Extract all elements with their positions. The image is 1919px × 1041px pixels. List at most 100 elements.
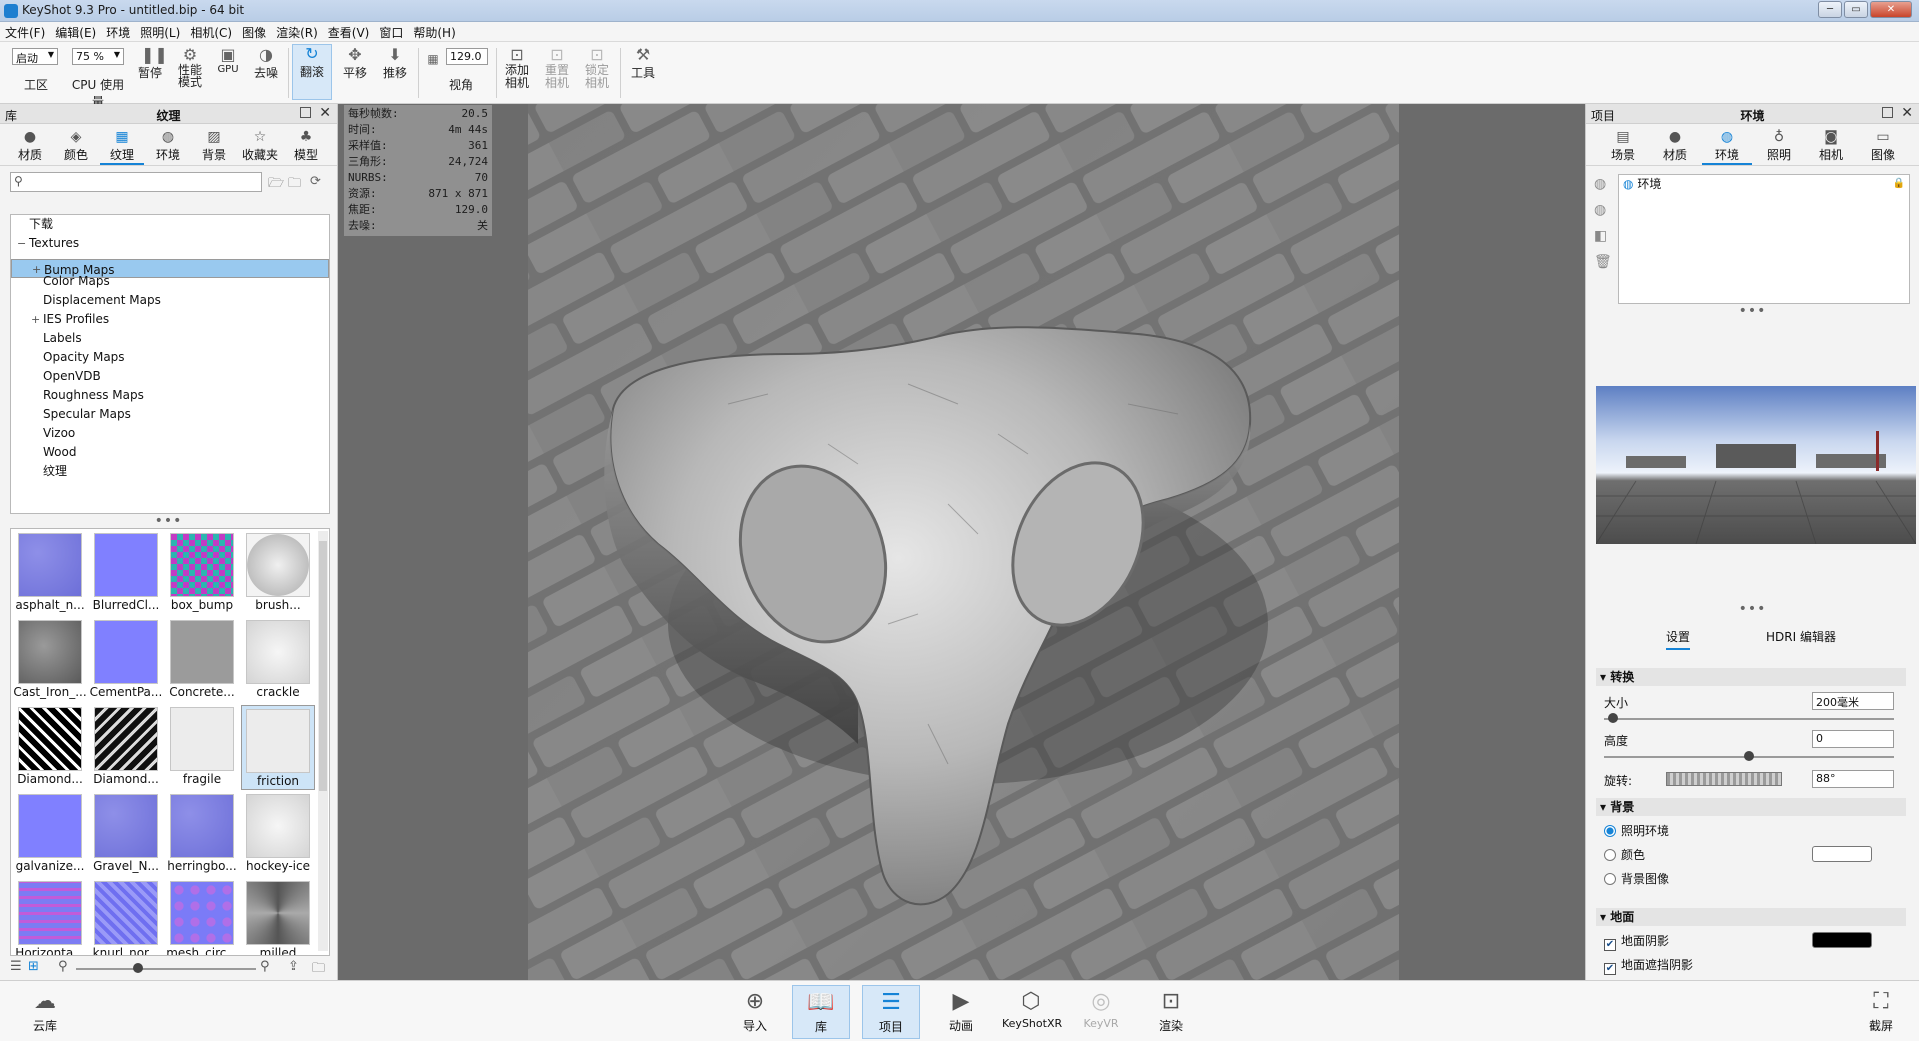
tab-environment[interactable]: ◍ 环境 [1702, 128, 1752, 165]
rotation-dial[interactable] [1666, 772, 1782, 786]
refresh-icon[interactable]: ⟳ [310, 174, 321, 189]
tab-camera[interactable]: ◙ 相机 [1806, 128, 1856, 163]
texture-thumbnail[interactable]: Horizonta... [13, 879, 87, 955]
zoom-out-icon[interactable]: ⚲ [58, 959, 68, 974]
tumble-button[interactable]: ↻ 翻滚 [292, 44, 332, 100]
tree-item[interactable]: Color Maps [11, 272, 329, 291]
add-camera-button[interactable]: ⊡ 添加 相机 [500, 46, 534, 90]
height-input[interactable]: 0 [1812, 730, 1894, 748]
texture-thumbnail[interactable]: CementPa... [89, 618, 163, 703]
list-view-icon[interactable]: ☰ [10, 959, 22, 974]
startup-select[interactable]: 启动 ▼ [12, 48, 58, 65]
tree-item[interactable]: + IES Profiles [11, 310, 329, 329]
texture-thumbnail[interactable]: fragile [165, 705, 239, 790]
tab-settings[interactable]: 设置 [1666, 628, 1691, 650]
library-button[interactable]: 📖 库 [792, 985, 850, 1039]
menu-edit[interactable]: 编辑(E) [50, 22, 101, 43]
tree-item[interactable]: Opacity Maps [11, 348, 329, 367]
tab-colors[interactable]: ◈ 颜色 [54, 128, 98, 163]
tree-item[interactable]: Specular Maps [11, 405, 329, 424]
shadow-color-swatch[interactable] [1812, 932, 1872, 948]
add-environment-icon[interactable]: ◍ [1594, 202, 1606, 218]
height-slider-knob[interactable] [1744, 751, 1754, 761]
minimize-button[interactable]: ─ [1818, 1, 1842, 18]
import-folder-icon[interactable]: 🗀 [312, 959, 325, 981]
close-panel-icon[interactable]: ✕ [319, 105, 331, 121]
tree-item[interactable]: 纹理 [11, 462, 329, 481]
tree-item[interactable]: Vizoo [11, 424, 329, 443]
tree-item[interactable]: OpenVDB [11, 367, 329, 386]
pan-button[interactable]: ✥ 平移 [338, 46, 372, 81]
texture-thumbnail[interactable]: mesh_circ... [165, 879, 239, 955]
texture-thumbnail[interactable]: herringbo... [165, 792, 239, 877]
maximize-button[interactable]: ▭ [1844, 1, 1868, 18]
tools-button[interactable]: ⚒ 工具 [626, 46, 660, 81]
tree-item[interactable]: Displacement Maps [11, 291, 329, 310]
undock-icon[interactable] [1882, 107, 1893, 118]
duplicate-environment-icon[interactable]: ◍ [1594, 176, 1606, 192]
keyvr-button[interactable]: ◎ KeyVR [1072, 985, 1130, 1039]
tab-material[interactable]: ● 材质 [1650, 128, 1700, 163]
texture-thumbnail[interactable]: Diamond... [13, 705, 87, 790]
menu-lighting[interactable]: 照明(L) [135, 22, 185, 43]
zoom-select[interactable]: 75 % ▼ [72, 48, 124, 65]
tab-hdri-editor[interactable]: HDRI 编辑器 [1766, 628, 1836, 645]
folder-open-icon[interactable]: 🗁 [268, 174, 284, 196]
undock-icon[interactable] [300, 107, 311, 118]
tab-scene[interactable]: ▤ 场景 [1598, 128, 1648, 163]
texture-thumbnail[interactable]: milled [241, 879, 315, 955]
thumbnail-size-slider[interactable] [76, 968, 256, 970]
render-image[interactable] [528, 104, 1399, 980]
texture-thumbnail[interactable]: hockey-ice [241, 792, 315, 877]
menu-render[interactable]: 渲染(R) [271, 22, 323, 43]
menu-window[interactable]: 窗口 [374, 22, 408, 43]
tab-favorites[interactable]: ☆ 收藏夹 [238, 128, 282, 163]
thumbnail-size-knob[interactable] [133, 963, 143, 973]
library-search-input[interactable]: ⚲ [10, 172, 262, 192]
screenshot-button[interactable]: ⛶ 截屏 [1852, 985, 1910, 1039]
menu-file[interactable]: 文件(F) [0, 22, 50, 43]
environment-list-item[interactable]: ◍ 环境 🔒 [1619, 175, 1909, 193]
edit-environment-icon[interactable]: ◧ [1594, 228, 1607, 244]
size-slider-knob[interactable] [1608, 713, 1618, 723]
tab-lighting[interactable]: ♁ 照明 [1754, 128, 1804, 163]
denoise-button[interactable]: ◑ 去噪 [250, 46, 282, 81]
tab-image[interactable]: ▭ 图像 [1858, 128, 1908, 163]
background-color-swatch[interactable] [1812, 846, 1872, 862]
ground-shadow-checkbox[interactable]: ✔ 地面阴影 [1604, 932, 1669, 951]
upload-icon[interactable]: ⇪ [288, 959, 299, 974]
tab-textures[interactable]: ▦ 纹理 [100, 128, 144, 165]
section-background[interactable]: ▾ 背景 [1596, 798, 1906, 816]
size-input[interactable]: 200毫米 [1812, 692, 1894, 710]
texture-thumbnail[interactable]: crackle [241, 618, 315, 703]
texture-thumbnail[interactable]: Diamond... [89, 705, 163, 790]
gpu-button[interactable]: ▣ GPU [212, 46, 244, 76]
texture-thumbnail[interactable]: brush... [241, 531, 315, 616]
texture-thumbnail[interactable]: friction [241, 705, 315, 790]
size-slider[interactable] [1604, 718, 1894, 720]
bg-option-image[interactable]: 背景图像 [1604, 870, 1669, 887]
performance-mode-button[interactable]: ⚙ 性能 模式 [174, 46, 206, 89]
close-panel-icon[interactable]: ✕ [1901, 105, 1913, 121]
splitter-handle[interactable]: ••• [1586, 304, 1919, 318]
zoom-in-icon[interactable]: ⚲ [260, 959, 270, 974]
splitter-handle[interactable]: ••• [0, 514, 337, 528]
texture-thumbnail[interactable]: Concrete... [165, 618, 239, 703]
menu-help[interactable]: 帮助(H) [408, 22, 460, 43]
reset-camera-button[interactable]: ⊡ 重置 相机 [540, 46, 574, 90]
fov-input[interactable]: 129.0 [446, 48, 488, 65]
grid-view-icon[interactable]: ⊞ [28, 959, 39, 974]
render-button[interactable]: ⊡ 渲染 [1142, 985, 1200, 1039]
dolly-button[interactable]: ⬇ 推移 [378, 46, 412, 81]
scrollbar-thumb[interactable] [319, 541, 327, 791]
rotation-input[interactable]: 88° [1812, 770, 1894, 788]
animation-button[interactable]: ▶ 动画 [932, 985, 990, 1039]
section-ground[interactable]: ▾ 地面 [1596, 908, 1906, 926]
texture-thumbnail[interactable]: BlurredCl... [89, 531, 163, 616]
close-button[interactable]: ✕ [1870, 1, 1912, 18]
pause-button[interactable]: ❚❚ 暂停 [134, 46, 168, 81]
hdri-preview[interactable] [1596, 386, 1916, 544]
tree-item[interactable]: 下载 [11, 215, 329, 234]
workspace-button[interactable]: 工区 [16, 76, 56, 93]
tree-item[interactable]: Wood [11, 443, 329, 462]
